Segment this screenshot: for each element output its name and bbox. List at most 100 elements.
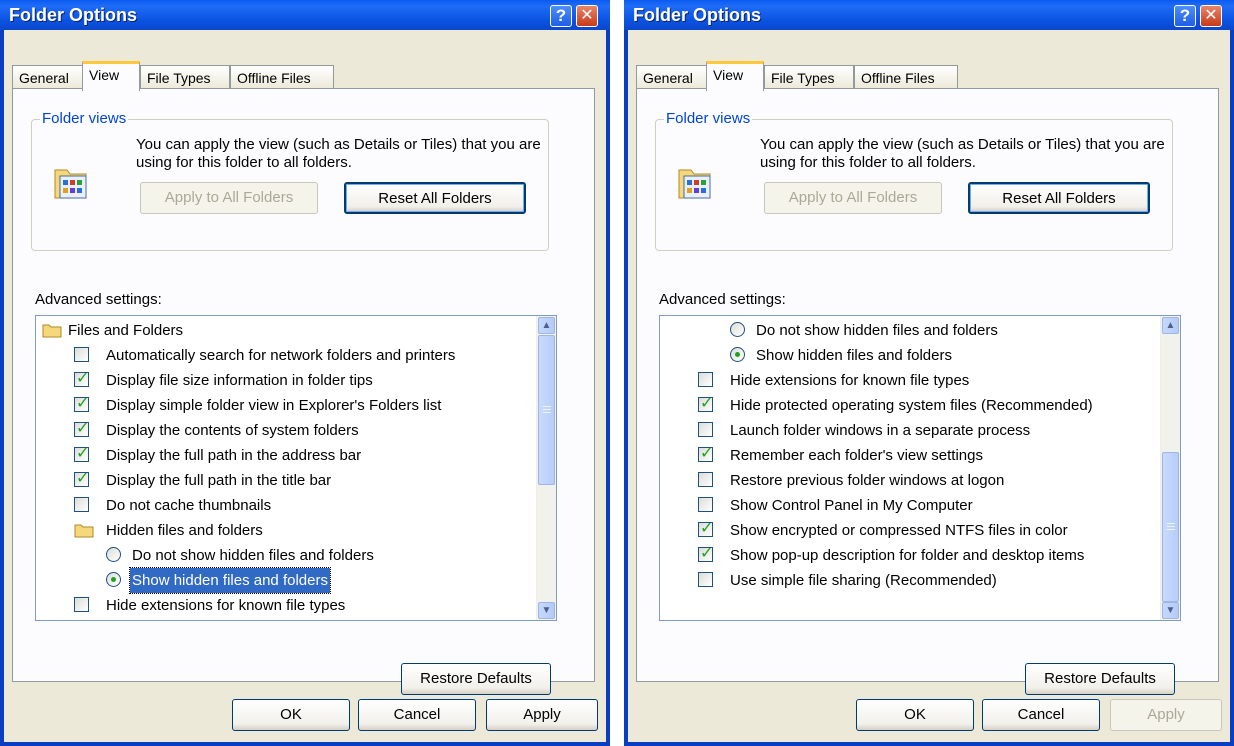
tab-file-types[interactable]: File Types [764,65,854,89]
checkbox[interactable] [698,372,713,387]
list-item-label: Do not show hidden files and folders [756,322,998,339]
checkbox[interactable]: ✓ [698,520,714,537]
tab-general-label: General [19,70,69,86]
tab-general[interactable]: General [12,65,84,89]
vertical-scrollbar[interactable]: ▲ ▼ [1160,316,1180,620]
checkbox[interactable] [74,597,89,612]
checkbox[interactable] [74,347,89,362]
list-item-label: Hide protected operating system files (R… [730,397,1093,414]
tab-view[interactable]: View [706,61,764,91]
title-bar[interactable]: Folder Options ? ✕ [0,0,610,30]
folder-options-window-2: Folder Options ? ✕ General View File Typ… [624,0,1234,746]
folder-options-window-1: Folder Options ? ✕ General View File Typ… [0,0,610,746]
grip-line [543,412,551,413]
tab-view-label: View [713,67,744,83]
scroll-thumb[interactable] [538,335,555,485]
cancel-button[interactable]: Cancel [982,699,1100,731]
folder-views-icon [678,169,711,199]
grip-line [543,409,551,410]
cancel-button[interactable]: Cancel [358,699,476,731]
radio-button[interactable] [730,347,745,362]
apply-button[interactable]: Apply [486,699,598,731]
list-item-label: Launch folder windows in a separate proc… [730,422,1031,439]
tab-offline-files-label: Offline Files [861,70,935,86]
list-item-label: Show pop-up description for folder and d… [730,547,1085,564]
list-item-label: Files and Folders [68,322,184,339]
tab-file-types[interactable]: File Types [140,65,230,89]
close-icon[interactable]: ✕ [1200,5,1222,27]
close-icon[interactable]: ✕ [576,5,598,27]
apply-button[interactable]: Apply [1110,699,1222,731]
folder-views-title: Folder views [40,110,129,127]
scroll-down-icon[interactable]: ▼ [538,602,555,619]
grip-line [1167,529,1175,530]
checkbox[interactable]: ✓ [74,395,90,412]
restore-defaults-button[interactable]: Restore Defaults [401,663,551,695]
checkmark-icon: ✓ [76,395,90,412]
list-item-label: Do not show hidden files and folders [132,547,374,564]
checkbox[interactable]: ✓ [698,395,713,412]
radio-dot-icon [111,577,116,582]
tab-view[interactable]: View [82,61,140,91]
checkbox[interactable] [74,497,89,512]
list-item-label: Hidden files and folders [106,522,263,539]
reset-all-folders-button[interactable]: Reset All Folders [968,182,1150,214]
tab-offline-files-label: Offline Files [237,70,311,86]
ok-button[interactable]: OK [232,699,350,731]
help-icon[interactable]: ? [550,5,572,27]
ok-button[interactable]: OK [856,699,974,731]
checkbox[interactable]: ✓ [74,420,89,437]
list-item-label: Hide extensions for known file types [106,597,346,614]
radio-button[interactable] [106,572,121,587]
scroll-up-icon[interactable]: ▲ [1162,317,1179,334]
apply-to-all-folders-button[interactable]: Apply to All Folders [764,182,942,214]
checkbox[interactable]: ✓ [698,545,714,562]
tab-file-types-label: File Types [771,70,835,86]
vertical-scrollbar[interactable]: ▲ ▼ [536,316,556,620]
tab-general[interactable]: General [636,65,708,89]
list-item-label: Restore previous folder windows at logon [730,472,1005,489]
view-tab-panel: Folder views You can apply the view (suc… [12,88,595,695]
folder-views-group: Folder views You can apply the view (suc… [655,110,1173,251]
folder-icon [42,324,62,338]
list-item-label: Remember each folder's view settings [730,447,983,464]
folder-views-description: You can apply the view (such as Details … [760,136,1165,171]
list-item-label: Show Control Panel in My Computer [730,497,973,514]
title-bar[interactable]: Folder Options ? ✕ [624,0,1234,30]
checkbox[interactable] [698,422,713,437]
list-item-label: Hide extensions for known file types [730,372,970,389]
dialog-body: General View File Types Offline Files Fo… [628,30,1230,742]
checkmark-icon: ✓ [700,545,714,562]
scroll-up-icon[interactable]: ▲ [538,317,555,334]
checkbox[interactable] [698,472,713,487]
checkbox[interactable]: ✓ [74,445,89,462]
checkbox[interactable]: ✓ [74,370,89,387]
folder-views-title: Folder views [664,110,753,127]
restore-defaults-button[interactable]: Restore Defaults [1025,663,1175,695]
reset-all-folders-button[interactable]: Reset All Folders [344,182,526,214]
radio-button[interactable] [730,322,745,337]
checkbox[interactable] [698,497,713,512]
list-item-label: Show hidden files and folders [756,347,952,364]
checkmark-icon: ✓ [700,445,714,462]
tab-offline-files[interactable]: Offline Files [230,65,334,89]
advanced-settings-label: Advanced settings: [659,291,786,308]
folder-views-icon [54,169,87,199]
window-title: Folder Options [9,5,137,25]
checkmark-icon: ✓ [700,520,714,537]
advanced-settings-list[interactable]: Files and Folders Automatically search f… [35,315,557,621]
grip-line [1167,523,1175,524]
help-icon[interactable]: ? [1174,5,1196,27]
checkbox[interactable]: ✓ [74,470,89,487]
window-title: Folder Options [633,5,761,25]
list-item-label: Show encrypted or compressed NTFS files … [730,522,1068,539]
apply-to-all-folders-button[interactable]: Apply to All Folders [140,182,318,214]
tab-offline-files[interactable]: Offline Files [854,65,958,89]
checkbox[interactable] [698,572,713,587]
checkbox[interactable]: ✓ [698,445,714,462]
advanced-settings-list[interactable]: Do not show hidden files and folders Sho… [659,315,1181,621]
scroll-down-icon[interactable]: ▼ [1162,602,1179,619]
grip-line [543,406,551,407]
radio-button[interactable] [106,547,121,562]
scroll-thumb[interactable] [1162,452,1179,602]
